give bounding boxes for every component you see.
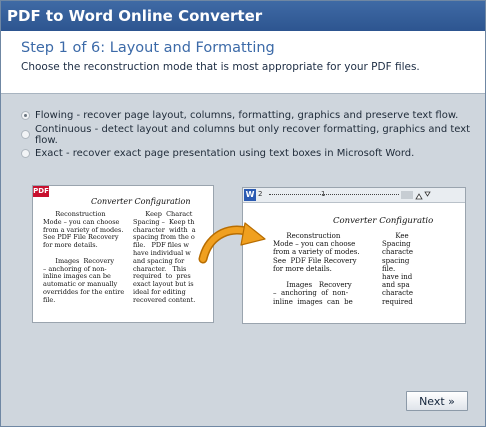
- reconstruction-mode-group: Flowing - recover page layout, columns, …: [21, 106, 485, 163]
- pdf-preview-column-2: Keep Charact Spacing – Keep th character…: [133, 210, 196, 304]
- option-continuous[interactable]: Continuous - detect layout and columns b…: [21, 124, 485, 146]
- wizard-window: PDF to Word Online Converter Step 1 of 6…: [0, 0, 486, 427]
- word-preview-title: Converter Configuratio: [333, 216, 434, 226]
- ruler-number-2: 2: [258, 190, 263, 198]
- option-exact-label[interactable]: Exact - recover exact page presentation …: [35, 148, 414, 159]
- option-flowing-label[interactable]: Flowing - recover page layout, columns, …: [35, 110, 458, 121]
- pdf-preview-title: Converter Configuration: [91, 197, 191, 206]
- option-exact[interactable]: Exact - recover exact page presentation …: [21, 144, 485, 163]
- window-title: PDF to Word Online Converter: [1, 1, 485, 31]
- flowing-radio[interactable]: [21, 111, 30, 120]
- pdf-preview-column-1: Reconstruction Mode – you can choose fro…: [43, 210, 125, 304]
- conversion-arrow-icon: [198, 222, 266, 264]
- word-icon: W: [244, 189, 256, 201]
- pdf-preview: PDF Converter Configuration Reconstructi…: [32, 185, 214, 323]
- ruler-number-1: 1: [321, 190, 326, 198]
- continuous-radio[interactable]: [21, 130, 30, 139]
- next-button[interactable]: Next »: [406, 391, 468, 411]
- word-preview-column-1: Reconstruction Mode – you can choose fro…: [273, 232, 360, 306]
- ruler-ticks: [269, 194, 399, 196]
- word-preview: W 2 1 Converter Configuratio Reconstruct…: [242, 187, 466, 324]
- option-continuous-label[interactable]: Continuous - detect layout and columns b…: [35, 124, 485, 146]
- exact-radio[interactable]: [21, 149, 30, 158]
- word-ruler: W 2 1: [243, 188, 465, 203]
- step-description: Choose the reconstruction mode that is m…: [21, 61, 420, 73]
- option-flowing[interactable]: Flowing - recover page layout, columns, …: [21, 106, 485, 125]
- word-preview-column-2: Kee Spacing characte spacing file. have …: [382, 232, 413, 306]
- step-header: Step 1 of 6: Layout and Formatting Choos…: [1, 31, 485, 94]
- pdf-icon: PDF: [33, 186, 49, 197]
- ruler-margin: [401, 191, 413, 199]
- step-title: Step 1 of 6: Layout and Formatting: [21, 40, 275, 56]
- ruler-indent-icon: [415, 191, 431, 200]
